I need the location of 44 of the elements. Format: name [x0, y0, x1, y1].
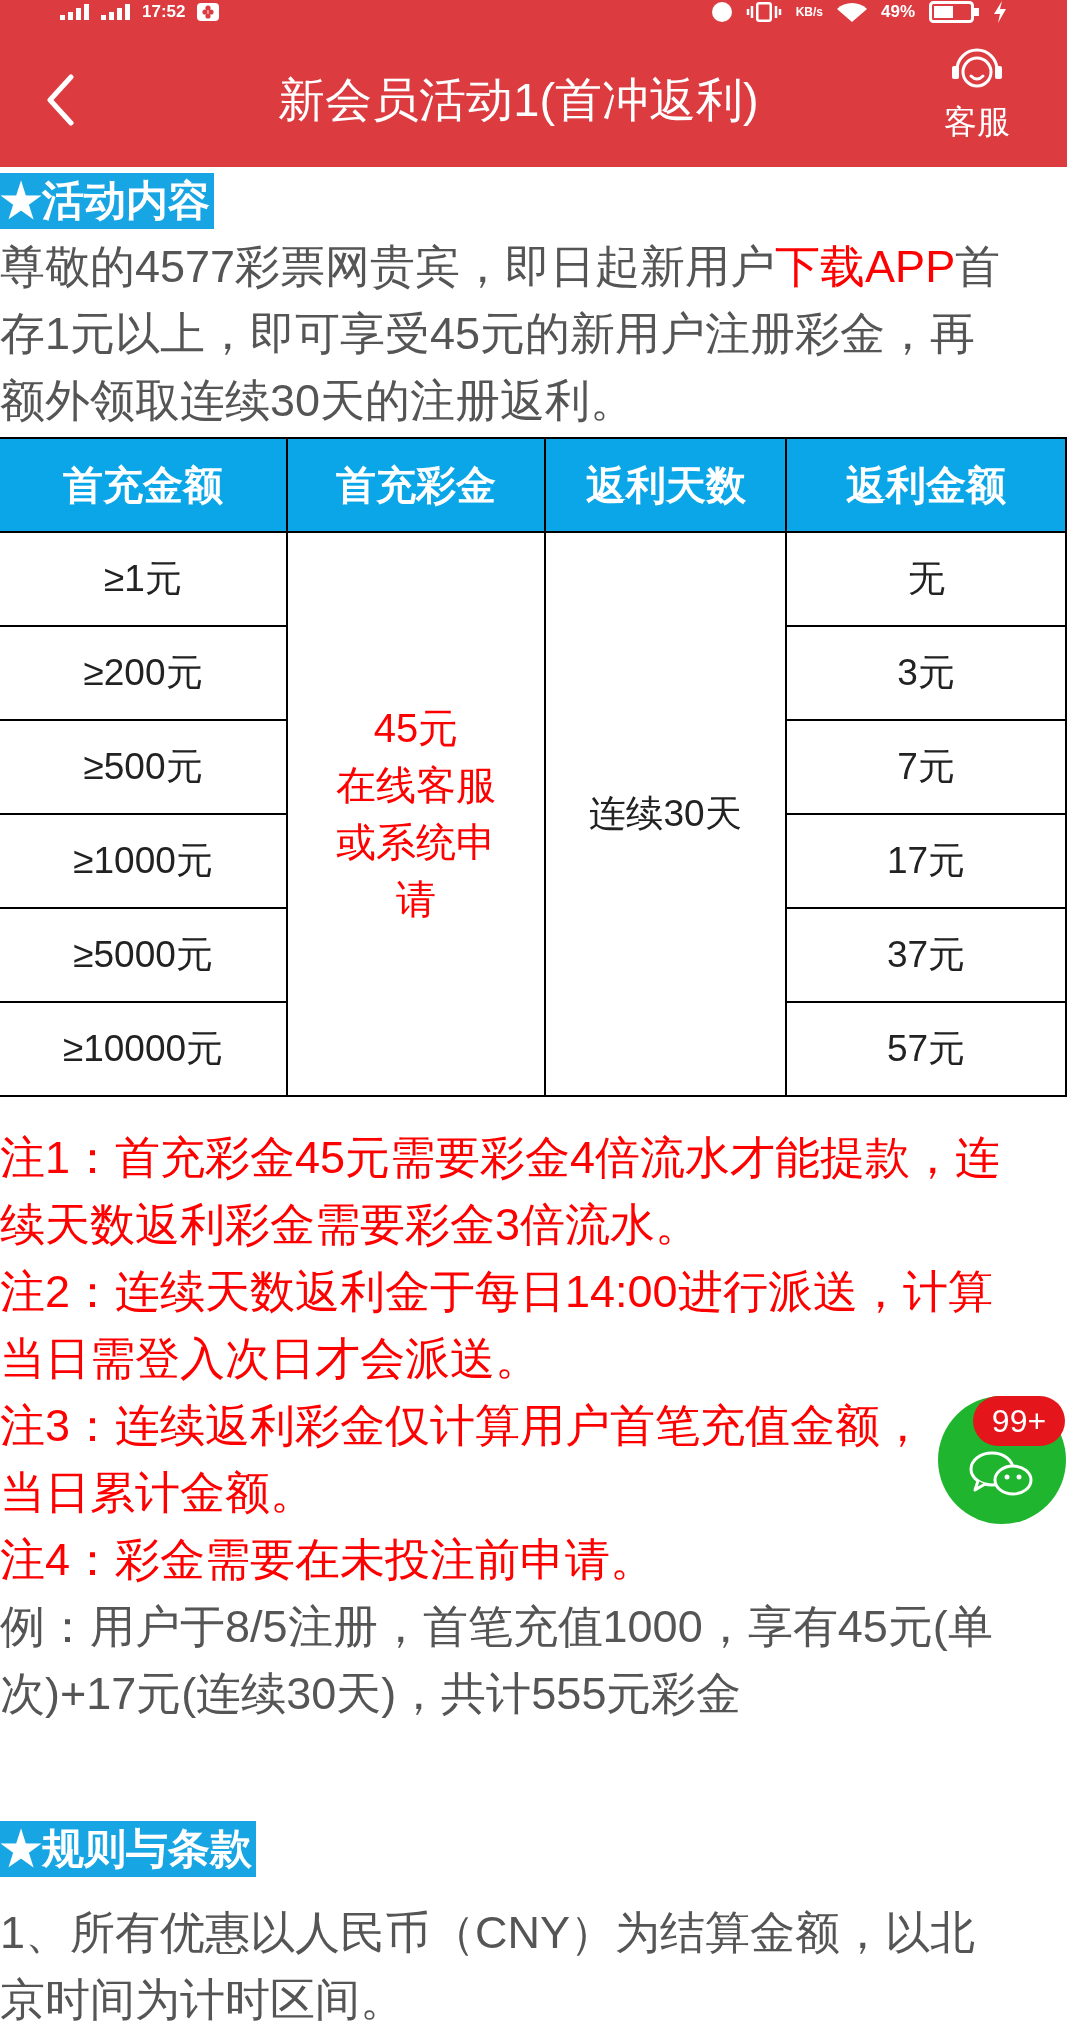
- table-cell: ≥500元: [0, 721, 286, 813]
- note-text: 注3：连续返利彩金仅计算用户首笔充值金额，: [0, 1399, 926, 1453]
- table-cell: ≥1000元: [0, 815, 286, 907]
- column-header: 首充彩金: [288, 439, 544, 531]
- column-header: 返利天数: [546, 439, 785, 531]
- signal-icon: [60, 4, 89, 20]
- table-cell: 17元: [787, 815, 1065, 907]
- vibrate-icon: [745, 2, 782, 22]
- table-cell: 3元: [787, 627, 1065, 719]
- chat-button[interactable]: 99+: [938, 1396, 1066, 1524]
- page-title: 新会员活动1(首冲返利): [278, 71, 759, 128]
- wifi-icon: [836, 2, 867, 22]
- table-cell: 45元 在线客服或系统申请: [288, 533, 544, 1095]
- status-time: 17:52: [142, 2, 186, 22]
- example-text: 例：用户于8/5注册，首笔充值1000，享有45元(单次)+17元(连续30天)，共计555元彩金: [0, 1600, 994, 1721]
- table-cell: ≥5000元: [0, 909, 286, 1001]
- speed-unit: KB/s: [795, 5, 823, 19]
- table-cell: 37元: [787, 909, 1065, 1001]
- note-text: 注4：彩金需要在未投注前申请。: [0, 1533, 656, 1587]
- column-header: 返利金额: [787, 439, 1065, 531]
- battery-percent: 49%: [880, 2, 915, 22]
- signal-icon: [101, 4, 130, 20]
- chat-bubbles-icon: [968, 1450, 1034, 1498]
- note-text: 注2：连续天数返利金于每日14:00进行派送，计算当日需登入次日才会派送。: [0, 1265, 994, 1386]
- table-cell: 无: [787, 533, 1065, 625]
- table-cell: 连续30天: [546, 533, 785, 1095]
- table-cell: ≥1元: [0, 533, 286, 625]
- section-heading: ★规则与条款: [0, 1821, 256, 1877]
- rule-text: 1、所有优惠以人民币（CNY）为结算金额，以北京时间为计时区间。: [0, 1906, 977, 2027]
- table-cell: 57元: [787, 1003, 1065, 1095]
- note-text: 注1：首充彩金45元需要彩金4倍流水才能提款，连续天数返利彩金需要彩金3倍流水。: [0, 1131, 1002, 1252]
- section-heading: ★活动内容: [0, 173, 214, 229]
- table-cell: ≥200元: [0, 627, 286, 719]
- customer-service-button[interactable]: 客服: [944, 45, 1010, 140]
- intro-paragraph: 尊敬的4577彩票网贵宾，即日起新用户下载APP首存1元以上，即可享受45元的新用户注册彩金，再额外领取连续30天的注册返利。: [0, 240, 1002, 428]
- circle-icon: [711, 2, 732, 22]
- note-text: 当日累计金额。: [0, 1466, 315, 1520]
- back-icon[interactable]: [45, 73, 75, 126]
- battery-icon: [929, 1, 979, 23]
- flower-icon: [197, 3, 220, 21]
- table-cell: 7元: [787, 721, 1065, 813]
- column-header: 首充金额: [0, 439, 286, 531]
- table-cell: ≥10000元: [0, 1003, 286, 1095]
- count-badge: 99+: [973, 1396, 1065, 1446]
